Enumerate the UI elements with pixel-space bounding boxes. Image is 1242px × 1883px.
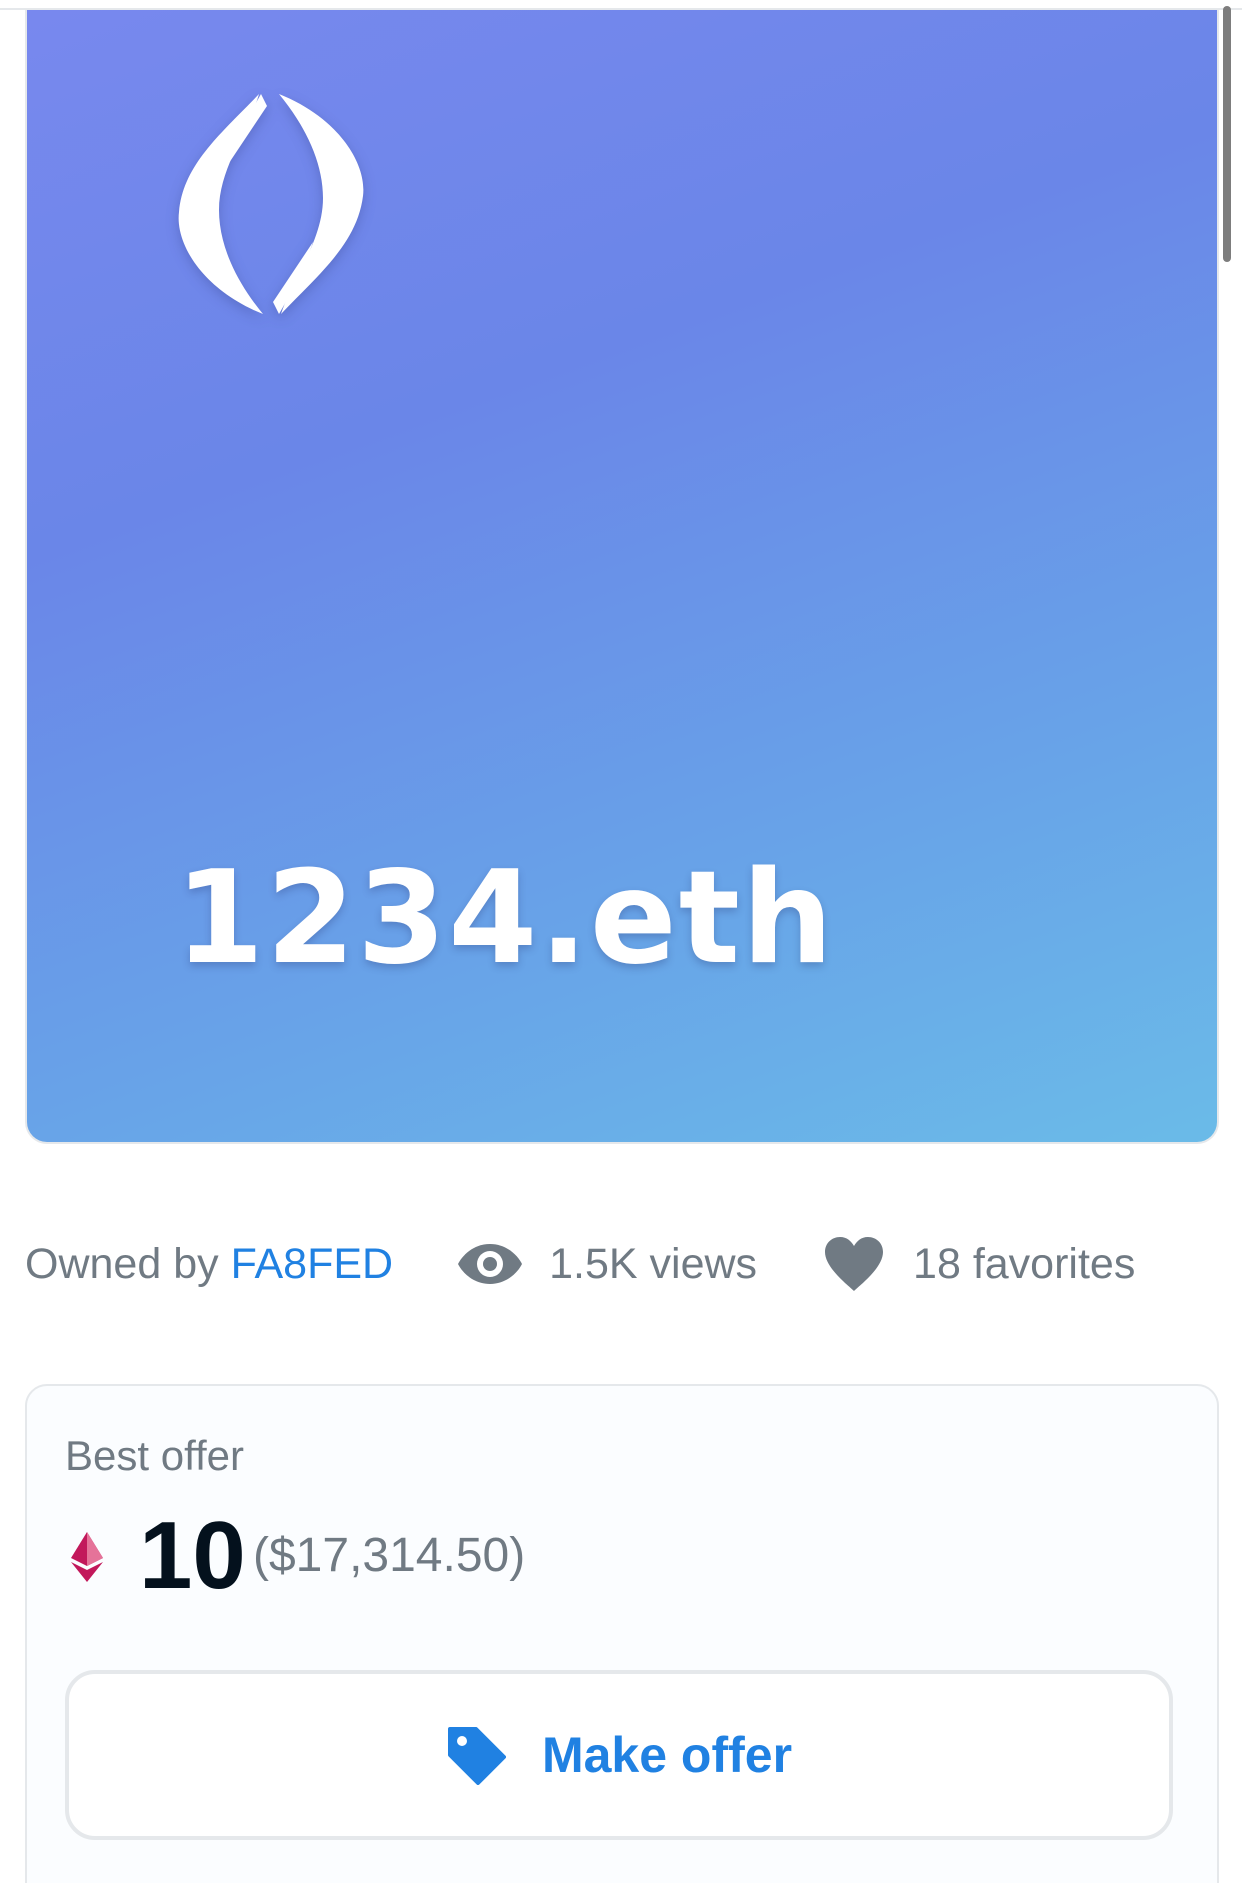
nft-name: 1234.eth xyxy=(175,844,835,993)
owner-link[interactable]: FA8FED xyxy=(231,1240,394,1289)
page: 1234.eth Owned by FA8FED 1.5K views 18 f… xyxy=(0,0,1242,1883)
owned-by-label: Owned by xyxy=(25,1239,219,1288)
offer-panel: Best offer 10 ($17,314.50) Make offer xyxy=(25,1384,1219,1883)
heart-icon[interactable] xyxy=(823,1235,885,1293)
item-meta-row: Owned by FA8FED 1.5K views 18 favorites xyxy=(25,1234,1135,1294)
make-offer-label: Make offer xyxy=(541,1727,793,1783)
make-offer-button[interactable]: Make offer xyxy=(65,1670,1173,1840)
views-count: 1.5K views xyxy=(549,1239,758,1288)
best-offer-label: Best offer xyxy=(65,1432,244,1479)
eye-icon xyxy=(458,1244,523,1284)
favorites-count[interactable]: 18 favorites xyxy=(913,1240,1135,1289)
best-offer-amount: 10 xyxy=(139,1502,246,1609)
scrollbar[interactable] xyxy=(1223,6,1231,262)
nft-image[interactable]: 1234.eth xyxy=(25,10,1219,1144)
ethereum-icon xyxy=(71,1532,103,1582)
tag-icon xyxy=(447,1727,506,1785)
ens-logo-icon xyxy=(178,94,364,314)
best-offer-usd: ($17,314.50) xyxy=(253,1529,526,1582)
